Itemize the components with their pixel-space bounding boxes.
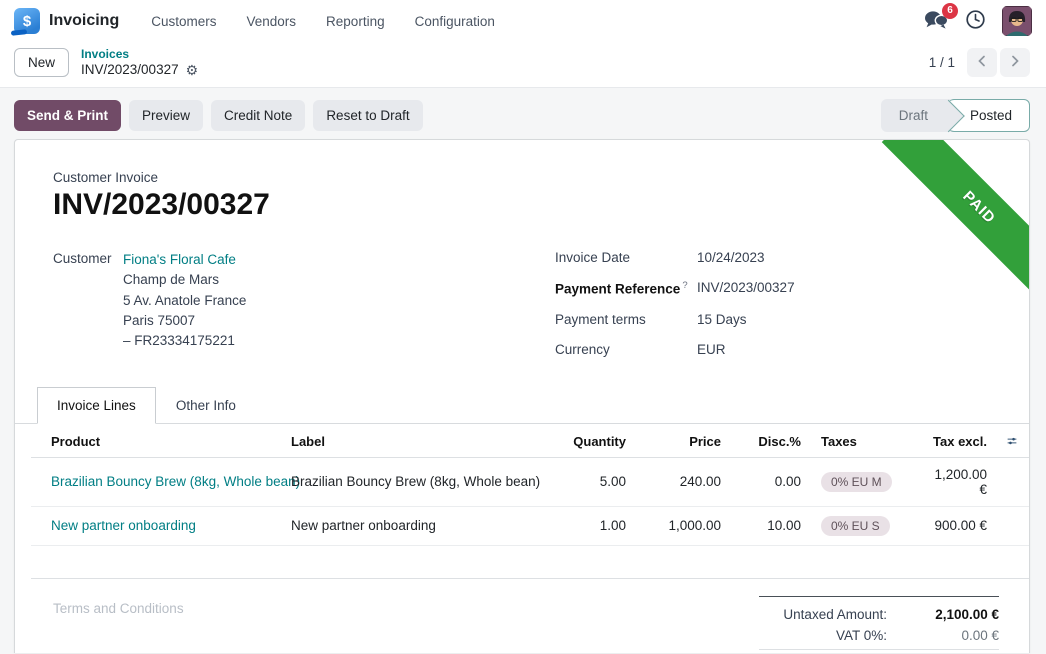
- breadcrumb: Invoices INV/2023/00327 ⚙: [81, 47, 198, 78]
- user-avatar[interactable]: [1002, 6, 1032, 36]
- app-name: Invoicing: [49, 12, 119, 30]
- payment-reference-label: Payment Reference?: [555, 280, 697, 297]
- line-quantity[interactable]: 5.00: [551, 457, 636, 506]
- header-label[interactable]: Label: [281, 424, 551, 458]
- payment-reference-value[interactable]: INV/2023/00327: [697, 280, 991, 297]
- currency-label: Currency: [555, 342, 697, 357]
- header-tax-excl[interactable]: Tax excl.: [916, 424, 997, 458]
- activities-button[interactable]: [965, 9, 986, 33]
- customer-address-line: 5 Av. Anatole France: [123, 291, 246, 311]
- pager-count: 1 / 1: [929, 55, 955, 70]
- customer-address-line: Champ de Mars: [123, 270, 246, 290]
- pager-previous-button[interactable]: [967, 48, 997, 77]
- main-menu: Customers Vendors Reporting Configuratio…: [151, 14, 495, 29]
- tax-badge[interactable]: 0% EU S: [821, 516, 890, 536]
- menu-configuration[interactable]: Configuration: [415, 14, 495, 29]
- optional-columns-icon[interactable]: [1007, 434, 1021, 448]
- breadcrumb-current: INV/2023/00327: [81, 62, 179, 78]
- gear-icon[interactable]: ⚙: [186, 63, 199, 77]
- line-subtotal: 1,200.00 €: [916, 457, 997, 506]
- preview-button[interactable]: Preview: [129, 100, 203, 131]
- invoicing-app-icon: $: [14, 8, 40, 34]
- header-product[interactable]: Product: [31, 424, 281, 458]
- invoice-line-row[interactable]: New partner onboarding New partner onboa…: [31, 506, 1030, 545]
- line-quantity[interactable]: 1.00: [551, 506, 636, 545]
- line-product-link[interactable]: Brazilian Bouncy Brew (8kg, Whole bean): [51, 474, 300, 489]
- vat-value: 0.00 €: [887, 628, 999, 643]
- message-count-badge: 6: [942, 3, 958, 19]
- untaxed-amount-label: Untaxed Amount:: [783, 607, 887, 622]
- payment-terms-value[interactable]: 15 Days: [697, 312, 991, 327]
- breadcrumb-invoices-link[interactable]: Invoices: [81, 47, 198, 61]
- app-brand[interactable]: $ Invoicing: [14, 8, 119, 34]
- payment-terms-label: Payment terms: [555, 312, 697, 327]
- invoice-line-row[interactable]: Brazilian Bouncy Brew (8kg, Whole bean) …: [31, 457, 1030, 506]
- customer-name-link[interactable]: Fiona's Floral Cafe: [123, 250, 246, 270]
- customer-address-line: – FR23334175221: [123, 331, 246, 351]
- invoice-lines-table: Product Label Quantity Price Disc.% Taxe…: [31, 424, 1030, 546]
- invoice-number: INV/2023/00327: [53, 188, 991, 222]
- customer-address-line: Paris 75007: [123, 311, 246, 331]
- menu-customers[interactable]: Customers: [151, 14, 216, 29]
- line-disc[interactable]: 0.00: [731, 457, 811, 506]
- control-panel: New Invoices INV/2023/00327 ⚙ 1 / 1: [0, 42, 1046, 88]
- untaxed-amount-value: 2,100.00 €: [887, 607, 999, 622]
- help-question-icon: ?: [682, 280, 687, 291]
- pager-next-button[interactable]: [1000, 48, 1030, 77]
- header-taxes[interactable]: Taxes: [811, 424, 916, 458]
- status-posted[interactable]: Posted: [948, 99, 1030, 132]
- notebook-tabs: Invoice Lines Other Info: [15, 387, 1029, 424]
- clock-icon: [965, 9, 986, 33]
- vat-label: VAT 0%:: [836, 628, 887, 643]
- header-disc[interactable]: Disc.%: [731, 424, 811, 458]
- line-label[interactable]: New partner onboarding: [281, 506, 551, 545]
- document-type-label: Customer Invoice: [53, 170, 991, 185]
- table-header-row: Product Label Quantity Price Disc.% Taxe…: [31, 424, 1030, 458]
- line-label[interactable]: Brazilian Bouncy Brew (8kg, Whole bean): [281, 457, 551, 506]
- tab-other-info[interactable]: Other Info: [156, 387, 256, 424]
- line-price[interactable]: 1,000.00: [636, 506, 731, 545]
- table-empty-space[interactable]: [31, 546, 1030, 579]
- menu-reporting[interactable]: Reporting: [326, 14, 385, 29]
- totals-block: Untaxed Amount: 2,100.00 € VAT 0%: 0.00 …: [759, 596, 999, 654]
- customer-field-label: Customer: [53, 250, 123, 357]
- credit-note-button[interactable]: Credit Note: [211, 100, 305, 131]
- line-disc[interactable]: 10.00: [731, 506, 811, 545]
- menu-vendors[interactable]: Vendors: [247, 14, 297, 29]
- reset-to-draft-button[interactable]: Reset to Draft: [313, 100, 422, 131]
- statusbar: Draft Posted: [881, 99, 1030, 132]
- action-buttons-row: Send & Print Preview Credit Note Reset t…: [14, 99, 1030, 132]
- line-subtotal: 900.00 €: [916, 506, 997, 545]
- messages-button[interactable]: 6: [924, 10, 949, 33]
- header-price[interactable]: Price: [636, 424, 731, 458]
- line-product-link[interactable]: New partner onboarding: [51, 518, 196, 533]
- invoice-date-value[interactable]: 10/24/2023: [697, 250, 991, 265]
- new-button[interactable]: New: [14, 48, 69, 77]
- form-view: Send & Print Preview Credit Note Reset t…: [0, 88, 1046, 654]
- currency-value[interactable]: EUR: [697, 342, 991, 357]
- invoice-sheet: PAID Customer Invoice INV/2023/00327 Cus…: [14, 139, 1030, 653]
- tab-invoice-lines[interactable]: Invoice Lines: [37, 387, 156, 424]
- line-price[interactable]: 240.00: [636, 457, 731, 506]
- totals-divider: [759, 649, 999, 650]
- chevron-left-icon: [977, 55, 987, 70]
- tax-badge[interactable]: 0% EU M: [821, 472, 892, 492]
- invoice-date-label: Invoice Date: [555, 250, 697, 265]
- header-quantity[interactable]: Quantity: [551, 424, 636, 458]
- chevron-right-icon: [1010, 55, 1020, 70]
- send-print-button[interactable]: Send & Print: [14, 100, 121, 131]
- terms-and-conditions-placeholder[interactable]: Terms and Conditions: [53, 601, 184, 654]
- top-navbar: $ Invoicing Customers Vendors Reporting …: [0, 0, 1046, 42]
